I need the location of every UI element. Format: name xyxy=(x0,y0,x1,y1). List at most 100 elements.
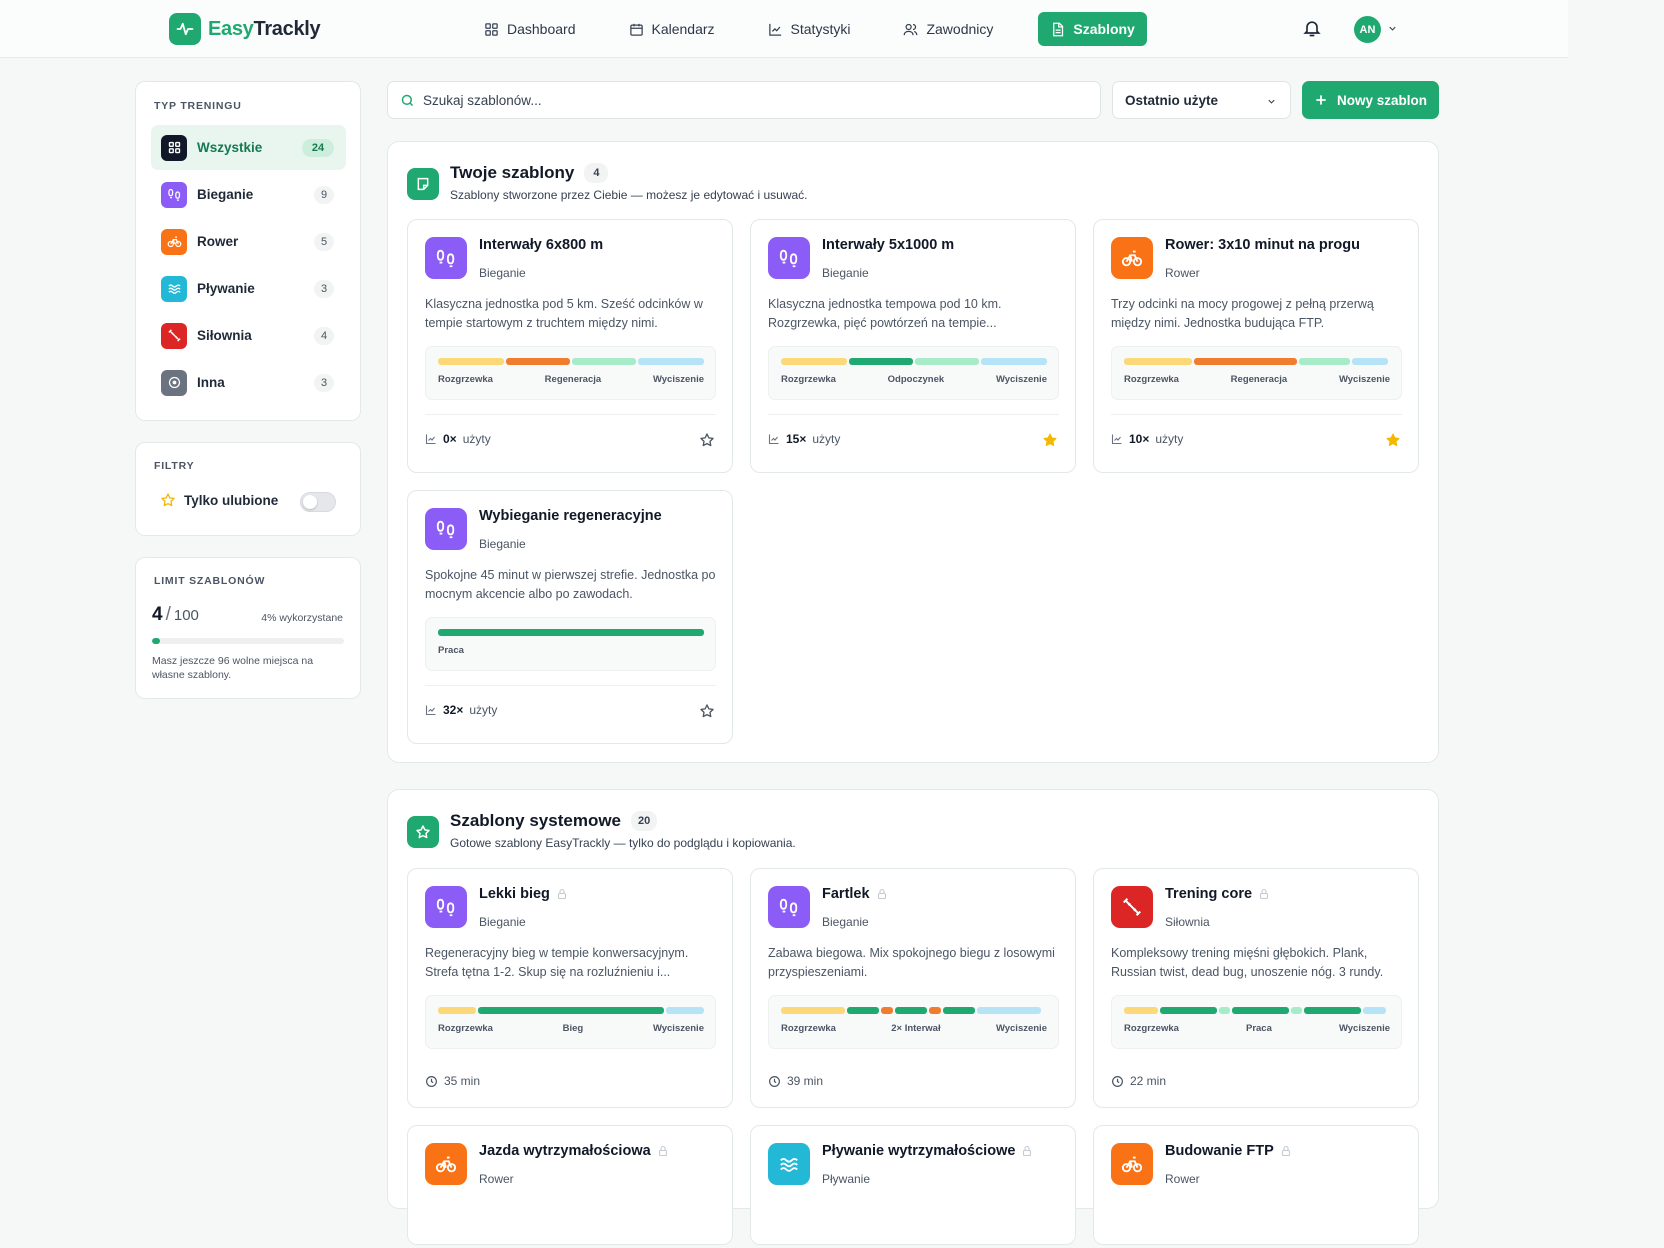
type-item-all[interactable]: Wszystkie 24 xyxy=(151,125,346,170)
template-type: Bieganie xyxy=(479,266,526,280)
nav-athletes[interactable]: Zawodnicy xyxy=(895,12,1001,46)
star-icon xyxy=(407,816,439,848)
phase-segment-work xyxy=(849,358,913,365)
phase-segment-cooldown xyxy=(1352,358,1388,365)
phase-segment-work xyxy=(1304,1007,1361,1014)
nav-templates[interactable]: Szablony xyxy=(1038,12,1147,46)
phase-label: Bieg xyxy=(562,1023,584,1034)
type-item-gym[interactable]: Siłownia 4 xyxy=(151,313,346,358)
usage-stat: 10× użyty xyxy=(1111,432,1183,446)
phase-labels: Rozgrzewka Praca Wyciszenie xyxy=(1124,1023,1390,1034)
type-item-running[interactable]: Bieganie 9 xyxy=(151,172,346,217)
star-filled-icon[interactable] xyxy=(1385,432,1401,448)
clock-icon xyxy=(769,1075,780,1087)
card-divider xyxy=(425,685,716,686)
new-template-button[interactable]: Nowy szablon xyxy=(1302,81,1439,119)
training-type-list: Wszystkie 24 Bieganie 9 Rower 5 Pływanie… xyxy=(151,125,346,407)
phase-label: Rozgrzewka xyxy=(1124,1023,1179,1034)
template-limit-panel: LIMIT SZABLONÓW 4/100 4% wykorzystane Ma… xyxy=(135,557,361,699)
search-box[interactable] xyxy=(387,81,1101,119)
lock-icon xyxy=(658,1145,667,1157)
chart-icon xyxy=(768,23,781,36)
system-templates-subtitle: Gotowe szablony EasyTrackly — tylko do p… xyxy=(450,836,796,850)
card-divider xyxy=(425,414,716,415)
phase-label: Praca xyxy=(438,645,464,656)
usage-count: 15× xyxy=(786,432,807,446)
users-icon xyxy=(904,23,918,35)
star-outline-icon[interactable] xyxy=(699,703,715,719)
phase-preview: Rozgrzewka Regeneracja Wyciszenie xyxy=(425,346,716,400)
search-input[interactable] xyxy=(423,92,1063,108)
nav-calendar[interactable]: Kalendarz xyxy=(621,12,723,46)
footprints-icon xyxy=(768,237,810,279)
template-name-row: Pływanie wytrzymałościowe xyxy=(822,1143,1033,1159)
phase-segment-work xyxy=(895,1007,927,1014)
system-template-card[interactable]: Fartlek Bieganie Zabawa biegowa. Mix spo… xyxy=(750,868,1076,1108)
nav-dashboard[interactable]: Dashboard xyxy=(476,12,584,46)
template-card[interactable]: Wybieganie regeneracyjne Bieganie Spokoj… xyxy=(407,490,733,744)
document-icon xyxy=(1053,22,1064,36)
phase-label: Praca xyxy=(1245,1023,1272,1034)
bike-icon xyxy=(1111,1143,1153,1185)
duration-value: 35 min xyxy=(444,1074,481,1088)
filters-title: FILTRY xyxy=(154,460,195,472)
star-filled-icon[interactable] xyxy=(1042,432,1058,448)
app-logo[interactable]: EasyTrackly xyxy=(169,13,321,45)
type-item-bike[interactable]: Rower 5 xyxy=(151,219,346,264)
phase-preview: Rozgrzewka Regeneracja Wyciszenie xyxy=(1111,346,1402,400)
nav-dashboard-label: Dashboard xyxy=(507,21,576,37)
lock-icon xyxy=(877,888,886,900)
template-card[interactable]: Interwały 5x1000 m Bieganie Klasyczna je… xyxy=(750,219,1076,473)
template-name: Interwały 5x1000 m xyxy=(822,237,955,253)
template-card[interactable]: Rower: 3x10 minut na progu Rower Trzy od… xyxy=(1093,219,1419,473)
phase-segment-warmup xyxy=(438,358,504,365)
phase-label: Wyciszenie xyxy=(652,1023,704,1034)
template-name: Jazda wytrzymałościowa xyxy=(479,1143,651,1159)
limit-used: 4 xyxy=(152,604,163,625)
system-template-card[interactable]: Lekki bieg Bieganie Regeneracyjny bieg w… xyxy=(407,868,733,1108)
phase-label: Regeneracja xyxy=(544,374,602,385)
type-item-label: Bieganie xyxy=(197,187,254,202)
sort-select[interactable]: Ostatnio użyte xyxy=(1112,81,1291,119)
lock-icon xyxy=(1023,1145,1032,1157)
card-divider xyxy=(768,414,1059,415)
training-type-panel: TYP TRENINGU Wszystkie 24 Bieganie 9 Row… xyxy=(135,81,361,421)
system-templates-count: 20 xyxy=(631,811,658,831)
system-template-card[interactable]: Budowanie FTP Rower xyxy=(1093,1125,1419,1245)
system-template-card[interactable]: Trening core Siłownia Kompleksowy trenin… xyxy=(1093,868,1419,1108)
dumbbell-icon xyxy=(1111,886,1153,928)
phase-segment-work xyxy=(438,629,704,636)
own-templates-heading: Twoje szablony xyxy=(450,163,575,182)
phase-segment-work xyxy=(943,1007,975,1014)
chevron-down-icon[interactable] xyxy=(1387,23,1398,34)
bell-icon[interactable] xyxy=(1302,18,1322,38)
footprints-icon xyxy=(768,886,810,928)
template-name-row: Lekki bieg xyxy=(479,886,568,902)
template-description: Klasyczna jednostka pod 5 km. Sześć odci… xyxy=(425,297,703,330)
limit-progress-bar xyxy=(152,638,344,644)
duration-stat: 39 min xyxy=(768,1074,823,1088)
phase-segment-cooldown xyxy=(977,1007,1041,1014)
star-outline-icon[interactable] xyxy=(699,432,715,448)
template-card[interactable]: Interwały 6x800 m Bieganie Klasyczna jed… xyxy=(407,219,733,473)
favorites-toggle[interactable] xyxy=(300,492,336,512)
main-nav: Dashboard Kalendarz Statystyki Zawodnicy… xyxy=(476,12,1147,46)
phase-segment-work xyxy=(847,1007,879,1014)
phase-label: Wyciszenie xyxy=(652,374,704,385)
usage-label: użyty xyxy=(1155,432,1184,446)
system-template-card[interactable]: Jazda wytrzymałościowa Rower xyxy=(407,1125,733,1245)
template-name: Lekki bieg xyxy=(479,886,550,902)
phase-segment-work xyxy=(1160,1007,1217,1014)
type-item-swimming[interactable]: Pływanie 3 xyxy=(151,266,346,311)
template-type: Rower xyxy=(479,1172,514,1186)
avatar[interactable]: AN xyxy=(1354,16,1381,43)
phase-label: Wyciszenie xyxy=(995,374,1047,385)
template-type: Pływanie xyxy=(822,1172,871,1186)
phase-labels: Praca xyxy=(438,645,704,656)
type-item-other[interactable]: Inna 3 xyxy=(151,360,346,405)
sort-value: Ostatnio użyte xyxy=(1125,92,1219,108)
chart-icon xyxy=(425,434,436,445)
system-template-card[interactable]: Pływanie wytrzymałościowe Pływanie xyxy=(750,1125,1076,1245)
nav-statistics[interactable]: Statystyki xyxy=(760,12,859,46)
card-divider xyxy=(1111,414,1402,415)
